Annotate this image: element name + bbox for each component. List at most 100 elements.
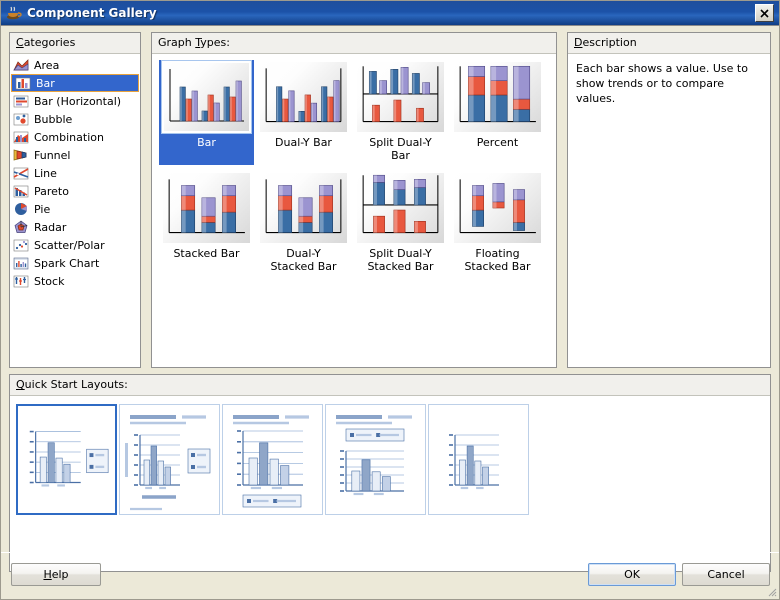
description-text: Each bar shows a value. Use to show tren… xyxy=(576,62,748,105)
java-coffee-cup-icon xyxy=(6,5,22,21)
quick-start-layout-plain-chart[interactable] xyxy=(428,404,529,515)
category-item-label: Spark Chart xyxy=(34,256,100,270)
graph-type-split-dual-y-bar[interactable]: Split Dual-Y Bar xyxy=(353,60,448,165)
graph-type-thumbnail-dual-y-bar xyxy=(258,60,349,134)
graph-type-label: Stacked Bar xyxy=(173,247,240,260)
quick-start-layouts-panel: Quick Start Layouts: xyxy=(9,374,771,572)
quick-start-layout-chart-with-right-legend[interactable] xyxy=(16,404,117,515)
graph-type-bar[interactable]: Bar xyxy=(159,60,254,165)
category-item-pareto[interactable]: Pareto xyxy=(10,182,140,200)
category-item-combination[interactable]: Combination xyxy=(10,128,140,146)
graph-type-split-dual-y-stacked-bar[interactable]: Split Dual-Y Stacked Bar xyxy=(353,171,448,276)
category-item-label: Radar xyxy=(34,220,67,234)
cancel-button[interactable]: Cancel xyxy=(682,563,770,586)
radar-chart-icon xyxy=(13,220,29,234)
graph-type-label: Split Dual-Y Stacked Bar xyxy=(367,247,434,273)
graph-type-label: Split Dual-Y Bar xyxy=(369,136,432,162)
description-header: Description xyxy=(568,33,770,54)
description-panel: Description Each bar shows a value. Use … xyxy=(567,32,771,368)
component-gallery-window: Component Gallery Categories Area Bar Bar … xyxy=(0,0,780,600)
graph-type-thumbnail-floating-stacked-bar xyxy=(452,171,543,245)
category-item-radar[interactable]: Radar xyxy=(10,218,140,236)
category-item-bubble[interactable]: Bubble xyxy=(10,110,140,128)
combination-chart-icon xyxy=(13,130,29,144)
category-item-label: Area xyxy=(34,58,60,72)
graph-types-header-b: ypes: xyxy=(200,36,230,49)
graph-type-thumbnail-split-dual-y-stacked-bar xyxy=(355,171,446,245)
category-item-label: Line xyxy=(34,166,57,180)
category-item-label: Combination xyxy=(34,130,104,144)
dialog-content: Categories Area Bar Bar (Horizontal) Bubble… xyxy=(1,26,779,599)
graph-type-label: Dual-Y Stacked Bar xyxy=(270,247,337,273)
category-item-bar-horizontal[interactable]: Bar (Horizontal) xyxy=(10,92,140,110)
graph-type-label: Percent xyxy=(476,136,519,149)
categories-header: Categories xyxy=(10,33,140,54)
dialog-button-bar: Help OK Cancel xyxy=(1,552,779,599)
quick-start-layout-titled-chart-with-top-legend[interactable] xyxy=(325,404,426,515)
help-button-label: elp xyxy=(51,568,69,581)
quick-start-layouts-strip[interactable] xyxy=(10,396,770,515)
resize-grip[interactable] xyxy=(765,585,777,597)
close-x-glyph xyxy=(760,8,769,18)
graph-types-header-a: Graph xyxy=(158,36,196,49)
graph-type-dual-y-stacked-bar[interactable]: Dual-Y Stacked Bar xyxy=(256,171,351,276)
category-item-scatter-polar[interactable]: Scatter/Polar xyxy=(10,236,140,254)
graph-type-thumbnail-percent xyxy=(452,60,543,134)
graph-type-stacked-bar[interactable]: Stacked Bar xyxy=(159,171,254,276)
graph-type-thumbnail-bar xyxy=(161,60,252,134)
category-item-label: Pareto xyxy=(34,184,69,198)
bar-chart-icon xyxy=(15,76,31,90)
description-header-rest: escription xyxy=(582,36,637,49)
graph-types-panel: Graph Types: Bar Dual-Y Bar Split Dual-Y Ba… xyxy=(151,32,557,368)
pie-chart-icon xyxy=(13,202,29,216)
category-item-label: Bar xyxy=(36,76,55,90)
category-item-funnel[interactable]: Funnel xyxy=(10,146,140,164)
graph-type-thumbnail-split-dual-y-bar xyxy=(355,60,446,134)
categories-panel: Categories Area Bar Bar (Horizontal) Bubble… xyxy=(9,32,141,368)
graph-type-floating-stacked-bar[interactable]: Floating Stacked Bar xyxy=(450,171,545,276)
top-panels: Categories Area Bar Bar (Horizontal) Bubble… xyxy=(9,32,771,368)
category-item-label: Funnel xyxy=(34,148,71,162)
spark-chart-icon xyxy=(13,256,29,270)
graph-type-label: Bar xyxy=(197,136,216,149)
line-chart-icon xyxy=(13,166,29,180)
categories-header-rest: ategories xyxy=(23,36,76,49)
category-item-label: Bar (Horizontal) xyxy=(34,94,122,108)
title-bar: Component Gallery xyxy=(1,1,779,26)
horizontal-bar-chart-icon xyxy=(13,94,29,108)
cancel-button-label: Cancel xyxy=(707,568,745,581)
quick-start-header: Quick Start Layouts: xyxy=(10,375,770,396)
category-item-bar[interactable]: Bar xyxy=(11,74,139,92)
categories-list[interactable]: Area Bar Bar (Horizontal) Bubble Combination… xyxy=(10,54,140,290)
graph-type-thumbnail-dual-y-stacked-bar xyxy=(258,171,349,245)
category-item-line[interactable]: Line xyxy=(10,164,140,182)
category-item-spark-chart[interactable]: Spark Chart xyxy=(10,254,140,272)
category-item-label: Scatter/Polar xyxy=(34,238,105,252)
stock-chart-icon xyxy=(13,274,29,288)
area-chart-icon xyxy=(13,58,29,72)
category-item-label: Bubble xyxy=(34,112,73,126)
bubble-chart-icon xyxy=(13,112,29,126)
graph-types-grid[interactable]: Bar Dual-Y Bar Split Dual-Y Bar Percent Stack… xyxy=(152,54,556,282)
scatter-chart-icon xyxy=(13,238,29,252)
category-item-area[interactable]: Area xyxy=(10,56,140,74)
category-item-stock[interactable]: Stock xyxy=(10,272,140,290)
graph-type-dual-y-bar[interactable]: Dual-Y Bar xyxy=(256,60,351,165)
category-item-label: Pie xyxy=(34,202,51,216)
quick-start-header-rest: uick Start Layouts: xyxy=(24,378,128,391)
ok-button-label: OK xyxy=(624,568,640,581)
graph-types-header: Graph Types: xyxy=(152,33,556,54)
help-button[interactable]: Help xyxy=(11,563,101,586)
quick-start-layout-titled-chart-with-right-legend[interactable] xyxy=(119,404,220,515)
pareto-chart-icon xyxy=(13,184,29,198)
graph-type-thumbnail-stacked-bar xyxy=(161,171,252,245)
graph-type-label: Floating Stacked Bar xyxy=(464,247,531,273)
ok-button[interactable]: OK xyxy=(588,563,676,586)
close-icon[interactable] xyxy=(755,4,774,22)
category-item-label: Stock xyxy=(34,274,65,288)
category-item-pie[interactable]: Pie xyxy=(10,200,140,218)
funnel-chart-icon xyxy=(13,148,29,162)
quick-start-layout-titled-chart-with-bottom-legend[interactable] xyxy=(222,404,323,515)
graph-type-label: Dual-Y Bar xyxy=(275,136,332,149)
graph-type-percent[interactable]: Percent xyxy=(450,60,545,165)
